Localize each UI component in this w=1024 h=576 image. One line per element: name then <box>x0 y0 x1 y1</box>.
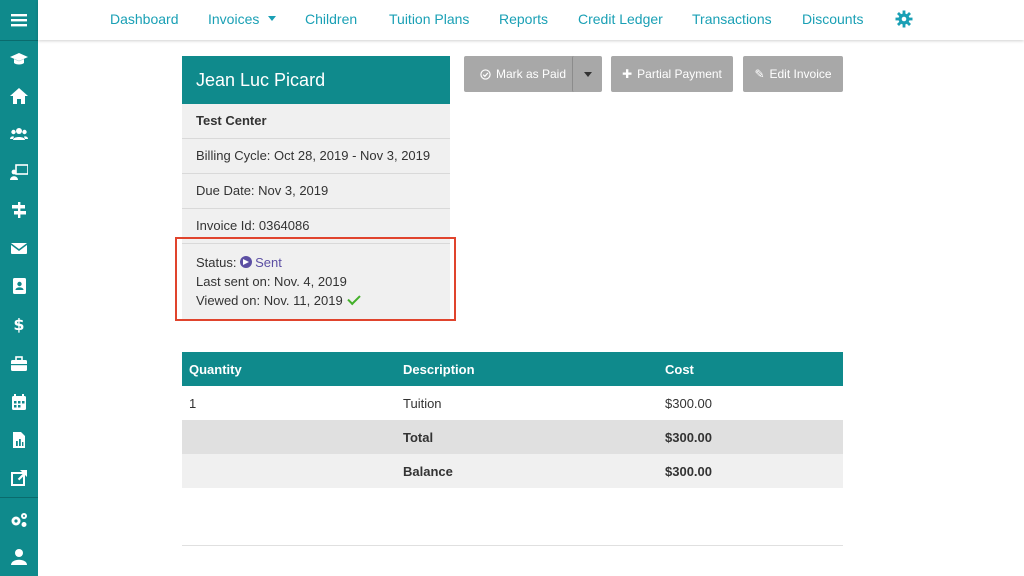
cell-description: Tuition <box>396 386 658 420</box>
total-value: $300.00 <box>658 420 843 454</box>
total-label: Total <box>396 420 658 454</box>
child-name: Jean Luc Picard <box>182 56 450 104</box>
file-chart-icon[interactable] <box>0 422 38 458</box>
home-icon[interactable] <box>0 78 38 114</box>
nav-children[interactable]: Children <box>305 11 357 27</box>
balance-empty-cell <box>182 454 396 488</box>
nav-discounts[interactable]: Discounts <box>802 11 863 27</box>
invoice-items-table: Quantity Description Cost 1 Tuition $300… <box>182 352 843 488</box>
nav-dashboard[interactable]: Dashboard <box>110 11 179 27</box>
billing-cycle: Billing Cycle: Oct 28, 2019 - Nov 3, 201… <box>182 139 450 174</box>
cogs-icon[interactable] <box>0 502 38 538</box>
edit-invoice-label: Edit Invoice <box>769 67 832 81</box>
edit-invoice-button[interactable]: ✎ Edit Invoice <box>743 56 843 92</box>
chalkboard-teacher-icon[interactable] <box>0 154 38 190</box>
footer-divider <box>182 545 843 546</box>
status-line: Status: Sent <box>196 253 436 272</box>
mark-as-paid-label: Mark as Paid <box>495 67 567 81</box>
total-empty-cell <box>182 420 396 454</box>
check-icon <box>347 291 361 306</box>
partial-payment-label: Partial Payment <box>637 67 722 81</box>
nav-transactions[interactable]: Transactions <box>692 11 772 27</box>
nav-reports[interactable]: Reports <box>499 11 548 27</box>
chevron-down-icon <box>268 16 277 21</box>
external-link-icon[interactable] <box>0 460 38 496</box>
dollar-icon[interactable]: $ <box>0 306 38 342</box>
top-nav: Dashboard Invoices Children Tuition Plan… <box>38 0 1024 40</box>
signpost-icon[interactable] <box>0 192 38 228</box>
envelope-icon[interactable] <box>0 230 38 266</box>
cell-quantity: 1 <box>182 386 396 420</box>
status-label: Status: <box>196 255 237 270</box>
mark-as-paid-dropdown[interactable] <box>572 56 602 92</box>
svg-text:$: $ <box>13 315 24 333</box>
nav-credit-ledger[interactable]: Credit Ledger <box>578 11 663 27</box>
status-section: Status: Sent Last sent on: Nov. 4, 2019 … <box>182 244 450 320</box>
check-circle-icon <box>480 68 491 80</box>
balance-value: $300.00 <box>658 454 843 488</box>
header-quantity: Quantity <box>182 352 396 386</box>
plus-icon: ✚ <box>622 67 633 81</box>
nav-invoices[interactable]: Invoices <box>208 11 277 27</box>
cell-cost: $300.00 <box>658 386 843 420</box>
total-row: Total $300.00 <box>182 420 843 454</box>
table-header-row: Quantity Description Cost <box>182 352 843 386</box>
sidebar: $ <box>0 0 38 576</box>
header-description: Description <box>396 352 658 386</box>
viewed-on: Viewed on: Nov. 11, 2019 <box>196 293 343 308</box>
sidebar-divider <box>0 497 38 498</box>
nav-tuition-plans[interactable]: Tuition Plans <box>389 11 469 27</box>
due-date: Due Date: Nov 3, 2019 <box>182 174 450 209</box>
mark-as-paid-button[interactable]: Mark as Paid <box>464 56 582 92</box>
send-icon <box>240 256 253 268</box>
balance-label: Balance <box>396 454 658 488</box>
graduation-cap-icon[interactable] <box>0 41 38 77</box>
header-cost: Cost <box>658 352 843 386</box>
status-badge: Sent <box>255 255 282 270</box>
pencil-icon: ✎ <box>754 67 765 81</box>
chevron-down-icon <box>583 71 592 77</box>
address-book-icon[interactable] <box>0 268 38 304</box>
center-name: Test Center <box>182 104 450 139</box>
users-icon[interactable] <box>0 116 38 152</box>
last-sent: Last sent on: Nov. 4, 2019 <box>196 274 347 289</box>
user-icon[interactable] <box>0 539 38 575</box>
partial-payment-button[interactable]: ✚ Partial Payment <box>611 56 733 92</box>
balance-row: Balance $300.00 <box>182 454 843 488</box>
invoice-info-panel: Jean Luc Picard Test Center Billing Cycl… <box>182 56 450 320</box>
menu-icon[interactable] <box>0 2 38 38</box>
calendar-icon[interactable] <box>0 384 38 420</box>
nav-invoices-label: Invoices <box>208 11 260 27</box>
briefcase-icon[interactable] <box>0 346 38 382</box>
viewed-line: Viewed on: Nov. 11, 2019 <box>196 291 436 310</box>
gear-icon[interactable] <box>895 10 913 28</box>
invoice-id: Invoice Id: 0364086 <box>182 209 450 244</box>
table-row: 1 Tuition $300.00 <box>182 386 843 420</box>
